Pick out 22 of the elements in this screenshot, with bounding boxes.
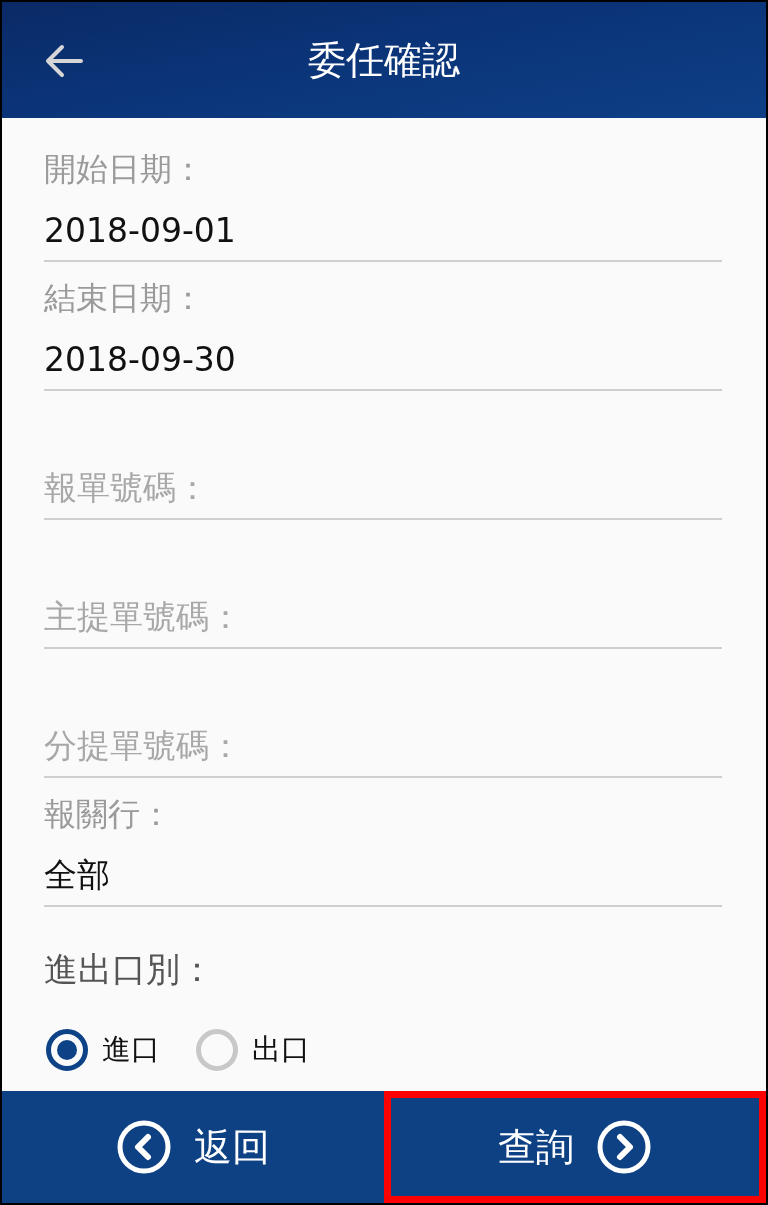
back-button[interactable]: 返回 — [2, 1091, 384, 1203]
chevron-right-circle-icon — [596, 1119, 652, 1175]
radio-label[interactable]: 出口 — [252, 1030, 310, 1070]
back-arrow-icon[interactable] — [44, 44, 84, 78]
field-placeholder: 主提單號碼： — [44, 595, 242, 638]
section-label: 進出口別： — [44, 948, 215, 991]
text-field[interactable]: 開始日期： 2018-09-01 — [44, 140, 722, 262]
field-placeholder: 分提單號碼： — [44, 724, 242, 767]
radio-label[interactable]: 進口 — [102, 1030, 160, 1070]
text-field[interactable]: 報關行： 全部 — [44, 785, 722, 907]
query-button[interactable]: 查詢 — [384, 1091, 766, 1203]
screen-title: 委任確認 — [308, 36, 460, 84]
field-label: 報關行： — [44, 794, 172, 835]
radio-button[interactable] — [46, 1029, 88, 1071]
field-label: 開始日期： — [44, 149, 204, 190]
field-value: 2018-09-01 — [44, 210, 236, 250]
field-value: 2018-09-30 — [44, 339, 236, 379]
chevron-left-circle-icon — [116, 1119, 172, 1175]
field-value: 全部 — [44, 853, 110, 896]
field-label: 結束日期： — [44, 278, 204, 319]
field-placeholder: 報單號碼： — [44, 466, 209, 509]
text-field[interactable]: 結束日期： 2018-09-30 — [44, 269, 722, 391]
